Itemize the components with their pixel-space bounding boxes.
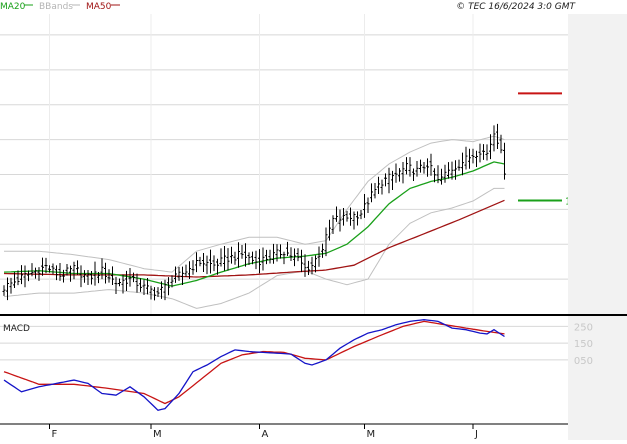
- x-tick-label: M: [153, 429, 162, 440]
- x-tick-label: F: [52, 429, 58, 440]
- macd-tick-label: 250: [574, 322, 593, 333]
- x-axis: FMAMJ: [0, 423, 568, 440]
- macd-title: MACD: [3, 324, 30, 334]
- chart-window: MA20 BBands MA50 © TEC 16/6/2024 3:0 GMT…: [0, 0, 627, 440]
- chart-legend: MA20 BBands MA50: [0, 2, 120, 12]
- legend-label-bbands: BBands: [39, 2, 73, 12]
- stock-chart: MA20 BBands MA50 © TEC 16/6/2024 3:0 GMT…: [0, 2, 627, 440]
- legend-label-ma50: MA50: [86, 2, 112, 12]
- x-tick-label: M: [367, 429, 376, 440]
- macd-tick-label: 150: [574, 339, 593, 350]
- x-tick-label: J: [474, 429, 478, 440]
- legend-label-ma20: MA20: [0, 2, 26, 12]
- macd-tick-label: 050: [574, 356, 593, 367]
- macd-panel: MACD 050 150 250: [0, 316, 593, 424]
- macd-panel-background: [0, 316, 568, 424]
- macd-axis: 050 150 250: [574, 322, 593, 367]
- axis-strip: [568, 14, 627, 440]
- copyright-label: © TEC 16/6/2024 3:0 GMT: [456, 2, 576, 12]
- x-tick-label: A: [262, 429, 269, 440]
- price-panel-background: [0, 14, 568, 314]
